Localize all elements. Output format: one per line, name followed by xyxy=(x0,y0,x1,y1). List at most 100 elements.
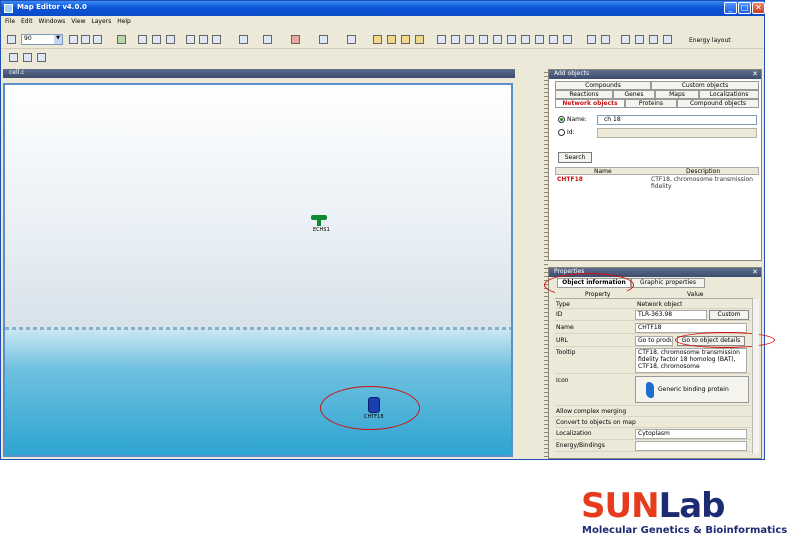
map-canvas[interactable]: ECHS1 CHTF18 xyxy=(3,83,513,457)
tab-reactions[interactable]: Reactions xyxy=(555,90,613,99)
url-field[interactable]: Go to product xyxy=(635,336,673,346)
minimize-button[interactable]: _ xyxy=(724,2,737,14)
column-name[interactable]: Name xyxy=(594,168,612,175)
map-node-label: ECHS1 xyxy=(313,227,330,233)
menu-layers[interactable]: Layers xyxy=(91,18,111,25)
column-description[interactable]: Description xyxy=(686,168,720,175)
tab-proteins[interactable]: Proteins xyxy=(625,99,677,108)
logo-lab: Lab xyxy=(658,486,726,526)
property-key: ID xyxy=(556,311,563,318)
id-radio[interactable] xyxy=(558,129,565,136)
bring-front-icon[interactable] xyxy=(401,35,410,44)
name-radio[interactable] xyxy=(558,116,565,123)
align-center-icon[interactable] xyxy=(451,35,460,44)
highlight-ellipse xyxy=(320,386,420,430)
align-left-icon[interactable] xyxy=(437,35,446,44)
grid-icon[interactable] xyxy=(587,35,596,44)
binoculars-icon[interactable] xyxy=(186,35,195,44)
distribute-horizontal-icon[interactable] xyxy=(521,35,530,44)
close-button[interactable]: ✕ xyxy=(752,2,765,14)
maximize-button[interactable]: □ xyxy=(738,2,751,14)
properties-scrollbar[interactable] xyxy=(752,299,759,454)
menu-view[interactable]: View xyxy=(71,18,85,25)
app-icon xyxy=(4,4,13,13)
property-key: Tooltip xyxy=(556,349,576,356)
distribute-vertical-icon[interactable] xyxy=(535,35,544,44)
tab-graphic-properties[interactable]: Graphic properties xyxy=(631,278,705,288)
id-input[interactable] xyxy=(597,128,757,138)
tab-maps[interactable]: Maps xyxy=(655,90,699,99)
map-tab[interactable]: cell.c xyxy=(3,69,515,78)
property-row-tooltip: Tooltip CTF18, chromosome transmission f… xyxy=(555,348,751,374)
zoom-icon[interactable] xyxy=(7,35,16,44)
results-header: Name Description xyxy=(555,167,759,175)
name-input[interactable]: ch 18 xyxy=(597,115,757,125)
new-file-icon[interactable] xyxy=(69,35,78,44)
zoom-in-icon[interactable] xyxy=(649,35,658,44)
zoom-region-icon[interactable] xyxy=(152,35,161,44)
id-field[interactable]: TLR-363.98 xyxy=(635,310,707,320)
save-as-icon[interactable] xyxy=(93,35,102,44)
align-top-icon[interactable] xyxy=(479,35,488,44)
chevron-down-icon[interactable]: ▼ xyxy=(54,35,62,44)
custom-button[interactable]: Custom xyxy=(709,310,749,320)
localization-select[interactable]: Cytoplasm xyxy=(635,429,747,439)
align-right-icon[interactable] xyxy=(465,35,474,44)
undo-icon[interactable] xyxy=(239,35,248,44)
vertical-split-icon[interactable] xyxy=(37,53,46,62)
complex-merging-checkbox[interactable] xyxy=(637,408,644,415)
property-row-complex-merging: Allow complex merging xyxy=(555,407,751,417)
menu-file[interactable]: File xyxy=(5,18,15,25)
send-back-icon[interactable] xyxy=(415,35,424,44)
close-icon[interactable]: ✕ xyxy=(752,268,758,276)
tab-compounds[interactable]: Compounds xyxy=(555,81,651,90)
export-icon[interactable] xyxy=(117,35,126,44)
group-icon[interactable] xyxy=(373,35,382,44)
select-icon[interactable] xyxy=(621,35,630,44)
tab-localizations[interactable]: Localizations xyxy=(699,90,759,99)
tab-genes[interactable]: Genes xyxy=(613,90,655,99)
ungroup-icon[interactable] xyxy=(387,35,396,44)
align-middle-icon[interactable] xyxy=(493,35,502,44)
icon-chooser[interactable]: Generic binding protein xyxy=(635,376,749,403)
zoom-out-icon[interactable] xyxy=(663,35,672,44)
search-button[interactable]: Search xyxy=(558,152,592,163)
tab-network-objects[interactable]: Network objects xyxy=(555,99,625,108)
pointer-icon[interactable] xyxy=(635,35,644,44)
zoom-fit-icon[interactable] xyxy=(138,35,147,44)
align-bottom-icon[interactable] xyxy=(507,35,516,44)
title-bar: Map Editor v4.0.0 _ □ ✕ xyxy=(1,1,765,16)
tab-compound-objects[interactable]: Compound objects xyxy=(677,99,759,108)
snap-icon[interactable] xyxy=(601,35,610,44)
tab-custom-objects[interactable]: Custom objects xyxy=(651,81,759,90)
panel-layout-icon[interactable] xyxy=(9,53,18,62)
tooltip-field[interactable]: CTF18, chromosome transmission fidelity … xyxy=(635,348,747,373)
generic-binding-protein-icon xyxy=(646,382,654,398)
property-row-id: ID TLR-363.98 Custom xyxy=(555,310,751,321)
energy-field[interactable] xyxy=(635,441,747,451)
menu-windows[interactable]: Windows xyxy=(39,18,66,25)
secondary-toolbar xyxy=(1,50,764,64)
same-height-icon[interactable] xyxy=(563,35,572,44)
horizontal-split-icon[interactable] xyxy=(23,53,32,62)
copy-icon[interactable] xyxy=(319,35,328,44)
property-row-type: Type Network object xyxy=(555,300,751,309)
same-width-icon[interactable] xyxy=(549,35,558,44)
crop-icon[interactable] xyxy=(212,35,221,44)
refresh-icon[interactable] xyxy=(166,35,175,44)
menu-help[interactable]: Help xyxy=(117,18,131,25)
zoom-select[interactable]: 90 ▼ xyxy=(21,34,63,45)
paste-icon[interactable] xyxy=(347,35,356,44)
layout-icon[interactable] xyxy=(199,35,208,44)
property-key: URL xyxy=(556,337,568,344)
save-icon[interactable] xyxy=(81,35,90,44)
property-row-localization: Localization Cytoplasm xyxy=(555,429,751,440)
property-key: Convert to objects on map xyxy=(556,419,636,426)
energy-layout-button[interactable]: Energy layout xyxy=(689,37,731,44)
cut-icon[interactable] xyxy=(291,35,300,44)
close-icon[interactable]: ✕ xyxy=(752,70,758,78)
menu-edit[interactable]: Edit xyxy=(21,18,33,25)
convert-checkbox[interactable] xyxy=(637,419,644,426)
redo-icon[interactable] xyxy=(263,35,272,44)
table-row[interactable]: CHTF18 CTF18, chromosome transmission fi… xyxy=(555,176,759,190)
